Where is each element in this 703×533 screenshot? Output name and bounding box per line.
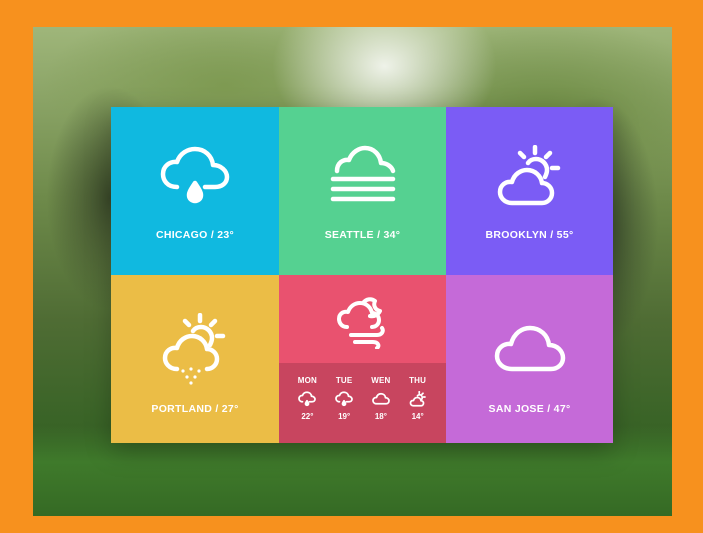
forecast-day-name: MON (297, 376, 317, 385)
weather-widget: CHICAGO / 23° SEATTLE / 34° BROOKLYN / 5… (111, 107, 613, 443)
fog-cloud-icon (323, 145, 403, 207)
forecast-day-name: WEN (371, 376, 391, 385)
night-wind-icon (333, 293, 393, 349)
forecast-day-temp: 19° (338, 412, 351, 421)
city-tile-brooklyn[interactable]: BROOKLYN / 55° (446, 107, 613, 275)
city-tile-chicago[interactable]: CHICAGO / 23° (111, 107, 279, 275)
forecast-day-wen[interactable]: WEN 18° (363, 363, 400, 443)
forecast-day-tue[interactable]: TUE 19° (326, 363, 363, 443)
city-tile-seattle[interactable]: SEATTLE / 34° (279, 107, 446, 275)
forecast-day-temp: 22° (301, 412, 314, 421)
partly-sunny-icon (408, 391, 428, 407)
background-photo: CHICAGO / 23° SEATTLE / 34° BROOKLYN / 5… (33, 27, 672, 516)
forecast-tile[interactable]: MON 22° TUE 19° WEN 18° THU 14° (279, 275, 446, 443)
rain-cloud-icon (155, 145, 235, 207)
city-label-portland: PORTLAND / 27° (151, 403, 239, 415)
forecast-day-name: TUE (335, 376, 353, 385)
cloud-icon (371, 391, 391, 407)
cloud-icon (490, 321, 570, 377)
forecast-day-temp: 18° (374, 412, 387, 421)
forecast-day-temp: 14° (411, 412, 424, 421)
forecast-day-name: THU (409, 376, 427, 385)
city-tile-portland[interactable]: PORTLAND / 27° (111, 275, 279, 443)
forecast-day-thu[interactable]: THU 14° (399, 363, 436, 443)
partly-sunny-icon (490, 145, 570, 207)
forecast-strip: MON 22° TUE 19° WEN 18° THU 14° (279, 363, 446, 443)
city-label-chicago: CHICAGO / 23° (155, 229, 235, 241)
rain-cloud-icon (334, 391, 354, 407)
forecast-day-mon[interactable]: MON 22° (289, 363, 326, 443)
sun-cloud-hail-icon (155, 313, 235, 385)
city-tile-san-jose[interactable]: SAN JOSE / 47° (446, 275, 613, 443)
city-label-san-jose: SAN JOSE / 47° (488, 403, 571, 415)
city-label-brooklyn: BROOKLYN / 55° (485, 229, 574, 241)
city-label-seattle: SEATTLE / 34° (324, 229, 401, 241)
rain-cloud-icon (297, 391, 317, 407)
